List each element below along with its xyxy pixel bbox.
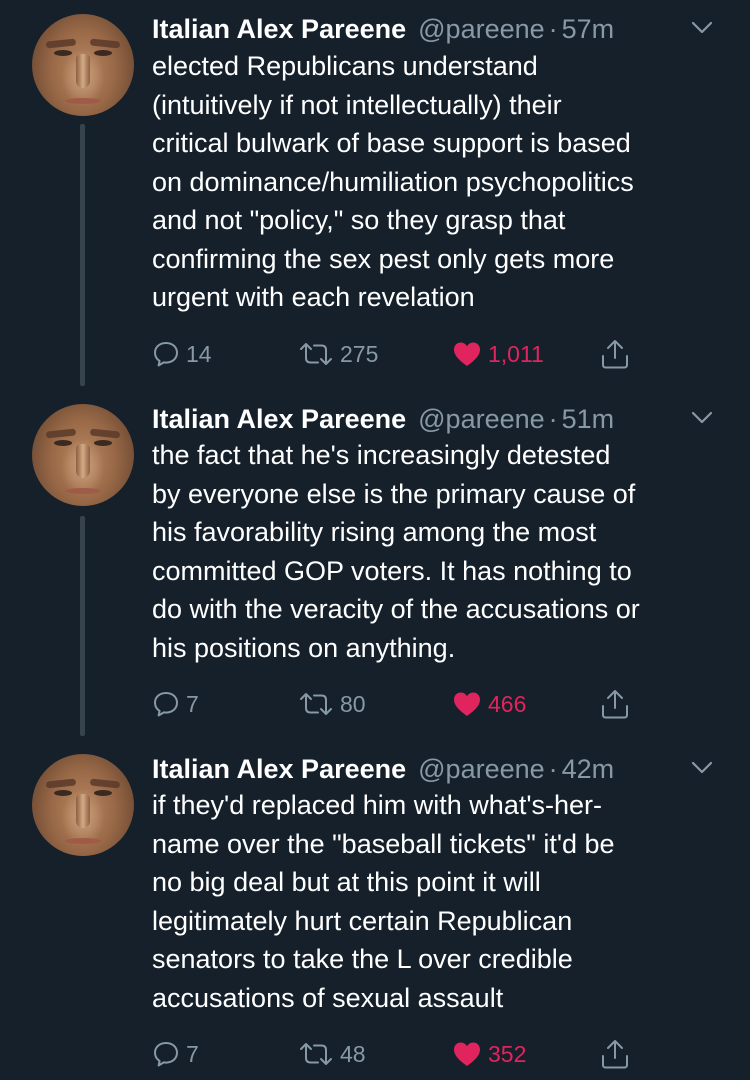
tweet-text-line: his favorability rising among the most (152, 517, 597, 547)
separator-dot: · (548, 754, 558, 784)
timestamp[interactable]: 42m (562, 754, 615, 785)
reply-icon (154, 342, 178, 367)
retweet-button[interactable]: 48 (298, 1037, 366, 1071)
share-icon (602, 690, 628, 719)
retweet-button[interactable]: 275 (298, 337, 378, 371)
timestamp[interactable]: 51m (562, 404, 615, 435)
tweet-2[interactable]: Italian Alex Pareene @pareene · 51m the … (0, 390, 750, 742)
retweet-button[interactable]: 80 (298, 687, 366, 721)
avatar[interactable] (32, 754, 134, 856)
like-count: 352 (488, 1040, 527, 1067)
tweet-text-line: no big deal but at this point it will (152, 867, 541, 897)
display-name[interactable]: Italian Alex Pareene (152, 754, 406, 785)
thread-line (80, 124, 85, 386)
tweet-text-line: accusations of sexual assault (152, 982, 504, 1013)
tweet-text-line: critical bulwark of base support is base… (152, 128, 631, 158)
thread-line (80, 516, 85, 736)
tweet-text-line: and not "policy," so they grasp that (152, 205, 566, 235)
like-count: 466 (488, 690, 527, 717)
tweet-text: if they'd replaced him with what's-her- … (152, 786, 732, 1017)
tweet-header: Italian Alex Pareene @pareene · 42m (152, 754, 720, 784)
retweet-icon (300, 693, 332, 715)
retweet-icon (300, 1043, 332, 1065)
tweet-text-line: on dominance/humiliation psychopolitics (152, 166, 634, 197)
tweet-text-line: his positions on anything. (152, 632, 456, 663)
reply-icon (154, 1042, 178, 1067)
tweet-text-line: urgent with each revelation (152, 282, 475, 312)
avatar[interactable] (32, 404, 134, 506)
share-icon (602, 340, 628, 369)
share-button[interactable] (600, 687, 630, 721)
tweet-text-line: confirming the sex pest only gets more (152, 243, 615, 274)
separator-dot: · (548, 404, 558, 434)
timestamp[interactable]: 57m (562, 14, 615, 45)
tweet-text-line: elected Republicans understand (152, 51, 538, 81)
chevron-down-icon[interactable] (690, 760, 714, 776)
like-count: 1,011 (488, 340, 544, 367)
tweet-text: the fact that he's increasingly detested… (152, 436, 732, 667)
heart-icon (454, 1042, 480, 1066)
retweet-count: 80 (340, 690, 366, 717)
tweet-actions: 7 80 466 (152, 687, 652, 721)
heart-icon (454, 692, 480, 716)
tweet-actions: 7 48 352 (152, 1037, 652, 1071)
share-button[interactable] (600, 337, 630, 371)
retweet-count: 275 (340, 340, 379, 367)
heart-icon (454, 342, 480, 366)
tweet-header: Italian Alex Pareene @pareene · 51m (152, 404, 720, 434)
like-button[interactable]: 1,011 (452, 337, 544, 371)
like-button[interactable]: 466 (452, 687, 526, 721)
display-name[interactable]: Italian Alex Pareene (152, 404, 406, 435)
tweet-text-line: by everyone else is the primary cause of (152, 478, 636, 509)
tweet-text: elected Republicans understand (intuitiv… (152, 47, 732, 317)
reply-button[interactable]: 14 (152, 337, 212, 371)
chevron-down-icon[interactable] (690, 410, 714, 426)
tweet-3[interactable]: Italian Alex Pareene @pareene · 42m if t… (0, 740, 750, 1080)
reply-button[interactable]: 7 (152, 687, 199, 721)
reply-count: 7 (186, 1040, 199, 1067)
tweet-1[interactable]: Italian Alex Pareene @pareene · 57m elec… (0, 0, 750, 392)
user-handle[interactable]: @pareene (418, 404, 545, 435)
chevron-down-icon[interactable] (690, 20, 714, 36)
like-button[interactable]: 352 (452, 1037, 526, 1071)
tweet-text-line: legitimately hurt certain Republican (152, 905, 573, 936)
display-name[interactable]: Italian Alex Pareene (152, 14, 406, 45)
share-icon (602, 1040, 628, 1069)
share-button[interactable] (600, 1037, 630, 1071)
retweet-count: 48 (340, 1040, 366, 1067)
user-handle[interactable]: @pareene (418, 14, 545, 45)
tweet-actions: 14 275 1,011 (152, 337, 652, 371)
avatar[interactable] (32, 14, 134, 116)
tweet-text-line: name over the "baseball tickets" it'd be (152, 828, 615, 859)
reply-button[interactable]: 7 (152, 1037, 199, 1071)
reply-icon (154, 692, 178, 717)
retweet-icon (300, 343, 332, 365)
tweet-text-line: the fact that he's increasingly detested (152, 440, 611, 470)
reply-count: 14 (186, 340, 212, 367)
tweet-header: Italian Alex Pareene @pareene · 57m (152, 14, 720, 44)
separator-dot: · (548, 14, 558, 44)
tweet-text-line: committed GOP voters. It has nothing to (152, 555, 632, 586)
tweet-text-line: senators to take the L over credible (152, 944, 573, 974)
tweet-text-line: if they'd replaced him with what's-her- (152, 790, 602, 820)
tweet-text-line: do with the veracity of the accusations … (152, 594, 640, 624)
user-handle[interactable]: @pareene (418, 754, 545, 785)
tweet-text-line: (intuitively if not intellectually) thei… (152, 89, 562, 120)
reply-count: 7 (186, 690, 199, 717)
